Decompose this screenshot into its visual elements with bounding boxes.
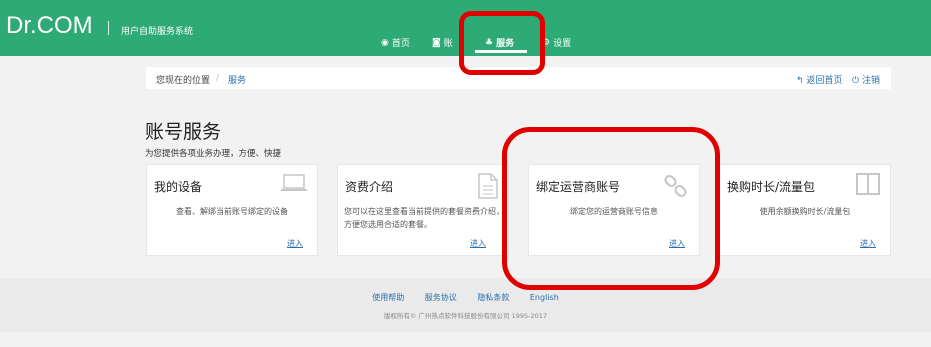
card-description: 绑定您的运营商账号信息 [570, 207, 658, 216]
privacy-link[interactable]: 隐私条款 [477, 293, 509, 302]
english-link[interactable]: English [530, 293, 559, 302]
nav-settings[interactable]: ⚙ 设置 [542, 36, 572, 50]
copyright: 版权所有© 广州热点软件科技股份有限公司 1995-2017 [383, 312, 548, 320]
nav-service[interactable]: ♣ 服务 [485, 36, 515, 50]
laptop-icon [281, 173, 307, 197]
columns-icon [856, 173, 880, 199]
breadcrumb-separator: / [216, 73, 220, 83]
nav-service-label: 服务 [496, 39, 515, 49]
card-my-devices[interactable]: 我的设备 查看、解绑当前账号绑定的设备 进入 [146, 164, 318, 256]
card-title: 我的设备 [154, 180, 203, 194]
gear-icon: ⚙ [542, 37, 551, 48]
enter-link[interactable]: 进入 [470, 238, 486, 249]
dashboard-icon: ◉ [381, 37, 389, 48]
card-bind-carrier-account[interactable]: 绑定运营商账号 绑定您的运营商账号信息 进入 [528, 164, 700, 256]
logout-label: 注销 [862, 76, 881, 86]
top-header: Dr.COM 用户自助服务系统 ◉ 首页 ◙ 账 ♣ 服务 ⚙ 设置 [0, 0, 931, 56]
nav-active-indicator [475, 50, 527, 53]
footer: 使用帮助 服务协议 隐私条款 English 版权所有© 广州热点软件科技股份有… [0, 278, 931, 332]
card-title: 资费介绍 [345, 180, 394, 194]
logout-link[interactable]: ⏻ 注销 [852, 73, 880, 86]
breadcrumb: 您现在的位置 / 服务 ↰ 返回首页 ⏻ 注销 [146, 67, 891, 89]
nav-settings-label: 设置 [553, 39, 572, 49]
sitemap-icon: ♣ [485, 37, 494, 48]
document-icon [478, 173, 498, 203]
enter-link[interactable]: 进入 [669, 238, 685, 249]
card-exchange-package[interactable]: 换购时长/流量包 使用余额换购时长/流量包 进入 [719, 164, 891, 256]
card-description: 您可以在这里查看当前提供的套餐资费介绍，方便您选用合适的套餐。 [344, 207, 504, 229]
card-description: 使用余额换购时长/流量包 [759, 207, 851, 216]
page-title: 账号服务 [145, 121, 222, 143]
footer-links: 使用帮助 服务协议 隐私条款 English [0, 292, 931, 303]
link-icon [663, 173, 689, 203]
power-icon: ⏻ [852, 76, 860, 86]
breadcrumb-current[interactable]: 服务 [228, 73, 246, 86]
back-home-label: 返回首页 [806, 76, 843, 86]
enter-link[interactable]: 进入 [287, 238, 303, 249]
system-subtitle: 用户自助服务系统 [121, 27, 194, 37]
card-title: 换购时长/流量包 [727, 180, 816, 194]
help-link[interactable]: 使用帮助 [372, 293, 404, 302]
eye-icon: ◙ [432, 37, 441, 48]
breadcrumb-location-label: 您现在的位置 [156, 76, 211, 86]
enter-link[interactable]: 进入 [860, 238, 876, 249]
page-subtitle: 为您提供各项业务办理，方便、快捷 [145, 149, 282, 159]
back-home-link[interactable]: ↰ 返回首页 [796, 73, 842, 86]
nav-home-label: 首页 [391, 39, 410, 49]
logo-divider [108, 21, 109, 35]
card-tariff-intro[interactable]: 资费介绍 您可以在这里查看当前提供的套餐资费介绍，方便您选用合适的套餐。 进入 [337, 164, 509, 256]
logo: Dr.COM [6, 12, 93, 39]
nav-account[interactable]: ◙ 账 [432, 36, 453, 50]
nav-home[interactable]: ◉ 首页 [381, 36, 410, 50]
nav-account-label: 账 [443, 39, 453, 49]
reply-icon: ↰ [796, 76, 804, 86]
card-title: 绑定运营商账号 [536, 180, 621, 194]
service-agreement-link[interactable]: 服务协议 [425, 293, 457, 302]
card-description: 查看、解绑当前账号绑定的设备 [176, 207, 288, 216]
